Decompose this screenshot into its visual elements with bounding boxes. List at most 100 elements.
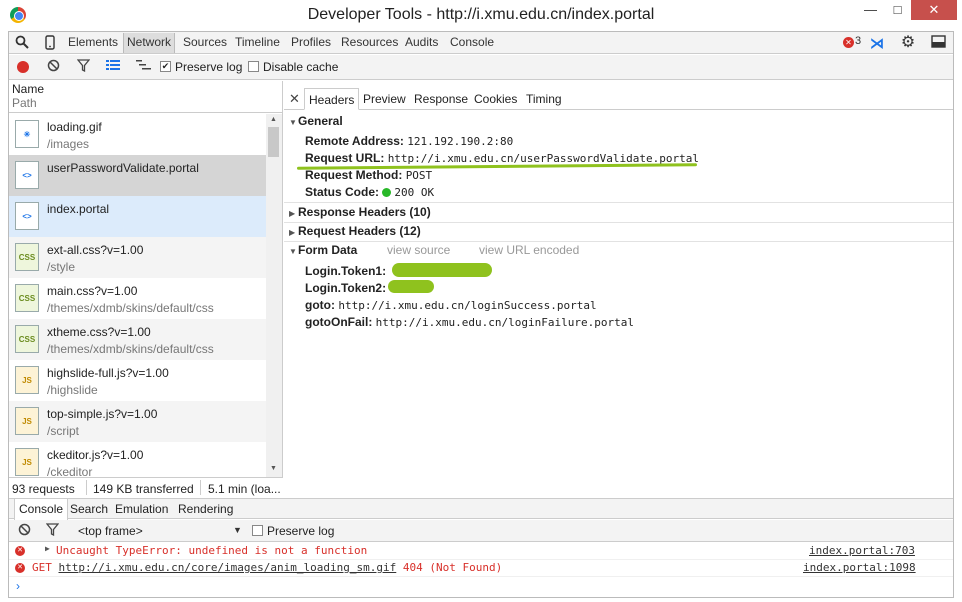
expand-triangle-icon: ▶ xyxy=(289,228,296,237)
disable-cache-label: Disable cache xyxy=(263,60,339,74)
status-code-value: 200 OK xyxy=(394,186,435,199)
request-name: xtheme.css?v=1.00 xyxy=(47,325,151,339)
gear-icon[interactable]: ⚙ xyxy=(900,35,916,51)
tab-network[interactable]: Network xyxy=(123,33,176,53)
load-time: 5.1 min (loa... xyxy=(208,482,281,496)
console-filter-icon[interactable] xyxy=(44,523,60,539)
tab-headers[interactable]: Headers xyxy=(304,88,360,110)
drawer-tab-search[interactable]: Search xyxy=(70,502,108,516)
tab-elements[interactable]: Elements xyxy=(68,35,118,49)
request-row[interactable]: JS highslide-full.js?v=1.00/highslide xyxy=(8,360,266,401)
maximize-button[interactable]: □ xyxy=(884,0,911,20)
drawer-tab-console[interactable]: Console xyxy=(14,499,69,520)
console-drawer-icon[interactable]: ⋊ xyxy=(869,35,885,51)
status-code-row: Status Code: 200 OK xyxy=(305,185,435,199)
remote-address-row: Remote Address: 121.192.190.2:80 xyxy=(305,134,514,148)
request-path: /highslide xyxy=(47,383,98,397)
chevron-down-icon[interactable]: ▼ xyxy=(233,525,242,535)
scroll-up-icon[interactable]: ▲ xyxy=(270,116,277,123)
status-divider xyxy=(86,480,87,495)
login-token1-row: Login.Token1: xyxy=(305,264,387,278)
goto-row: goto: http://i.xmu.edu.cn/loginSuccess.p… xyxy=(305,298,597,312)
request-row[interactable]: JS ckeditor.js?v=1.00/ckeditor xyxy=(8,442,266,477)
response-headers-section-header[interactable]: ▶ Response Headers (10) xyxy=(289,205,431,219)
console-messages: ✕ ▶ Uncaught TypeError: undefined is not… xyxy=(8,543,954,597)
network-status-bar: 93 requests 149 KB transferred 5.1 min (… xyxy=(8,477,283,497)
overview-icon[interactable] xyxy=(135,59,151,75)
console-source-link[interactable]: index.portal:703 xyxy=(809,544,915,557)
tab-cookies[interactable]: Cookies xyxy=(474,92,517,106)
request-path: /ckeditor xyxy=(47,465,93,477)
view-url-encoded-link[interactable]: view URL encoded xyxy=(479,243,579,257)
tab-resources[interactable]: Resources xyxy=(341,35,398,49)
request-name: loading.gif xyxy=(47,120,102,134)
form-data-section-header[interactable]: ▼Form Data xyxy=(289,243,357,257)
error-counter[interactable]: ✕ 3 xyxy=(843,35,861,48)
section-divider xyxy=(284,202,954,203)
status-divider xyxy=(200,480,201,495)
network-toolbar: ✔ Preserve log Disable cache xyxy=(8,55,954,80)
doc-file-icon: <> xyxy=(15,202,39,230)
large-rows-icon[interactable] xyxy=(105,59,121,75)
console-error-url[interactable]: http://i.xmu.edu.cn/core/images/anim_loa… xyxy=(59,561,397,574)
drawer-tab-emulation[interactable]: Emulation xyxy=(115,502,168,516)
frame-selector[interactable]: <top frame> xyxy=(78,524,143,538)
clear-icon[interactable] xyxy=(45,59,61,75)
minimize-button[interactable]: — xyxy=(857,0,884,20)
preserve-log-label: Preserve log xyxy=(175,60,243,74)
devtools-main-toolbar: Elements Network Sources Timeline Profiles Re… xyxy=(8,31,954,54)
tab-sources[interactable]: Sources xyxy=(183,35,227,49)
drawer-tabs: Console Search Emulation Rendering xyxy=(8,498,954,520)
device-mode-icon[interactable] xyxy=(42,35,58,51)
request-row[interactable]: CSS xtheme.css?v=1.00/themes/xdmb/skins/d… xyxy=(8,319,266,360)
request-row[interactable]: ✳ loading.gif/images xyxy=(8,114,266,155)
console-get-text: GET http://i.xmu.edu.cn/core/images/anim… xyxy=(32,561,503,574)
view-source-link[interactable]: view source xyxy=(387,243,450,257)
general-section-header[interactable]: ▼General xyxy=(289,114,343,128)
disable-cache-checkbox[interactable] xyxy=(248,61,259,72)
column-header[interactable]: Name Path xyxy=(8,81,283,113)
js-file-icon: JS xyxy=(15,407,39,435)
request-row[interactable]: CSS main.css?v=1.00/themes/xdmb/skins/def… xyxy=(8,278,266,319)
tab-timeline[interactable]: Timeline xyxy=(235,35,280,49)
remote-address-value: 121.192.190.2:80 xyxy=(407,135,514,148)
doc-file-icon: <> xyxy=(15,161,39,189)
tab-preview[interactable]: Preview xyxy=(363,92,406,106)
tab-response[interactable]: Response xyxy=(414,92,468,106)
request-name: index.portal xyxy=(47,202,110,216)
request-name: ckeditor.js?v=1.00 xyxy=(47,448,144,462)
console-error-line[interactable]: ✕ ▶ Uncaught TypeError: undefined is not… xyxy=(8,543,954,560)
status-ok-icon xyxy=(382,188,392,197)
console-prompt[interactable]: › xyxy=(16,579,20,593)
drawer-tab-rendering[interactable]: Rendering xyxy=(178,502,233,516)
request-list-scrollbar[interactable]: ▲ ▼ xyxy=(266,114,282,477)
expand-triangle-icon[interactable]: ▶ xyxy=(45,544,50,553)
request-headers-section-header[interactable]: ▶ Request Headers (12) xyxy=(289,224,421,238)
inspect-search-icon[interactable] xyxy=(14,35,30,51)
dock-side-icon[interactable] xyxy=(930,35,946,51)
scroll-down-icon[interactable]: ▼ xyxy=(270,465,277,472)
scroll-thumb[interactable] xyxy=(268,127,279,157)
console-error-line[interactable]: ✕ GET http://i.xmu.edu.cn/core/images/an… xyxy=(8,560,954,577)
close-detail-icon[interactable]: ✕ xyxy=(289,91,300,107)
js-file-icon: JS xyxy=(15,448,39,476)
request-row[interactable]: <> index.portal xyxy=(8,196,266,237)
tab-profiles[interactable]: Profiles xyxy=(291,35,331,49)
name-column-header[interactable]: Name xyxy=(12,82,44,96)
console-preserve-log-checkbox[interactable] xyxy=(252,525,263,536)
preserve-log-checkbox[interactable]: ✔ xyxy=(160,61,171,72)
tab-timing[interactable]: Timing xyxy=(526,92,562,106)
console-source-link[interactable]: index.portal:1098 xyxy=(803,561,916,574)
request-path: /themes/xdmb/skins/default/css xyxy=(47,301,214,315)
tab-console[interactable]: Console xyxy=(450,35,494,49)
record-button[interactable] xyxy=(17,61,29,73)
section-divider xyxy=(284,241,954,242)
request-row[interactable]: JS top-simple.js?v=1.00/script xyxy=(8,401,266,442)
request-row[interactable]: CSS ext-all.css?v=1.00/style xyxy=(8,237,266,278)
close-window-button[interactable]: ✕ xyxy=(911,0,957,20)
clear-console-icon[interactable] xyxy=(16,523,32,539)
window-titlebar: Developer Tools - http://i.xmu.edu.cn/in… xyxy=(0,0,962,31)
tab-audits[interactable]: Audits xyxy=(405,35,438,49)
filter-icon[interactable] xyxy=(75,59,91,75)
request-row[interactable]: <> userPasswordValidate.portal xyxy=(8,155,266,196)
